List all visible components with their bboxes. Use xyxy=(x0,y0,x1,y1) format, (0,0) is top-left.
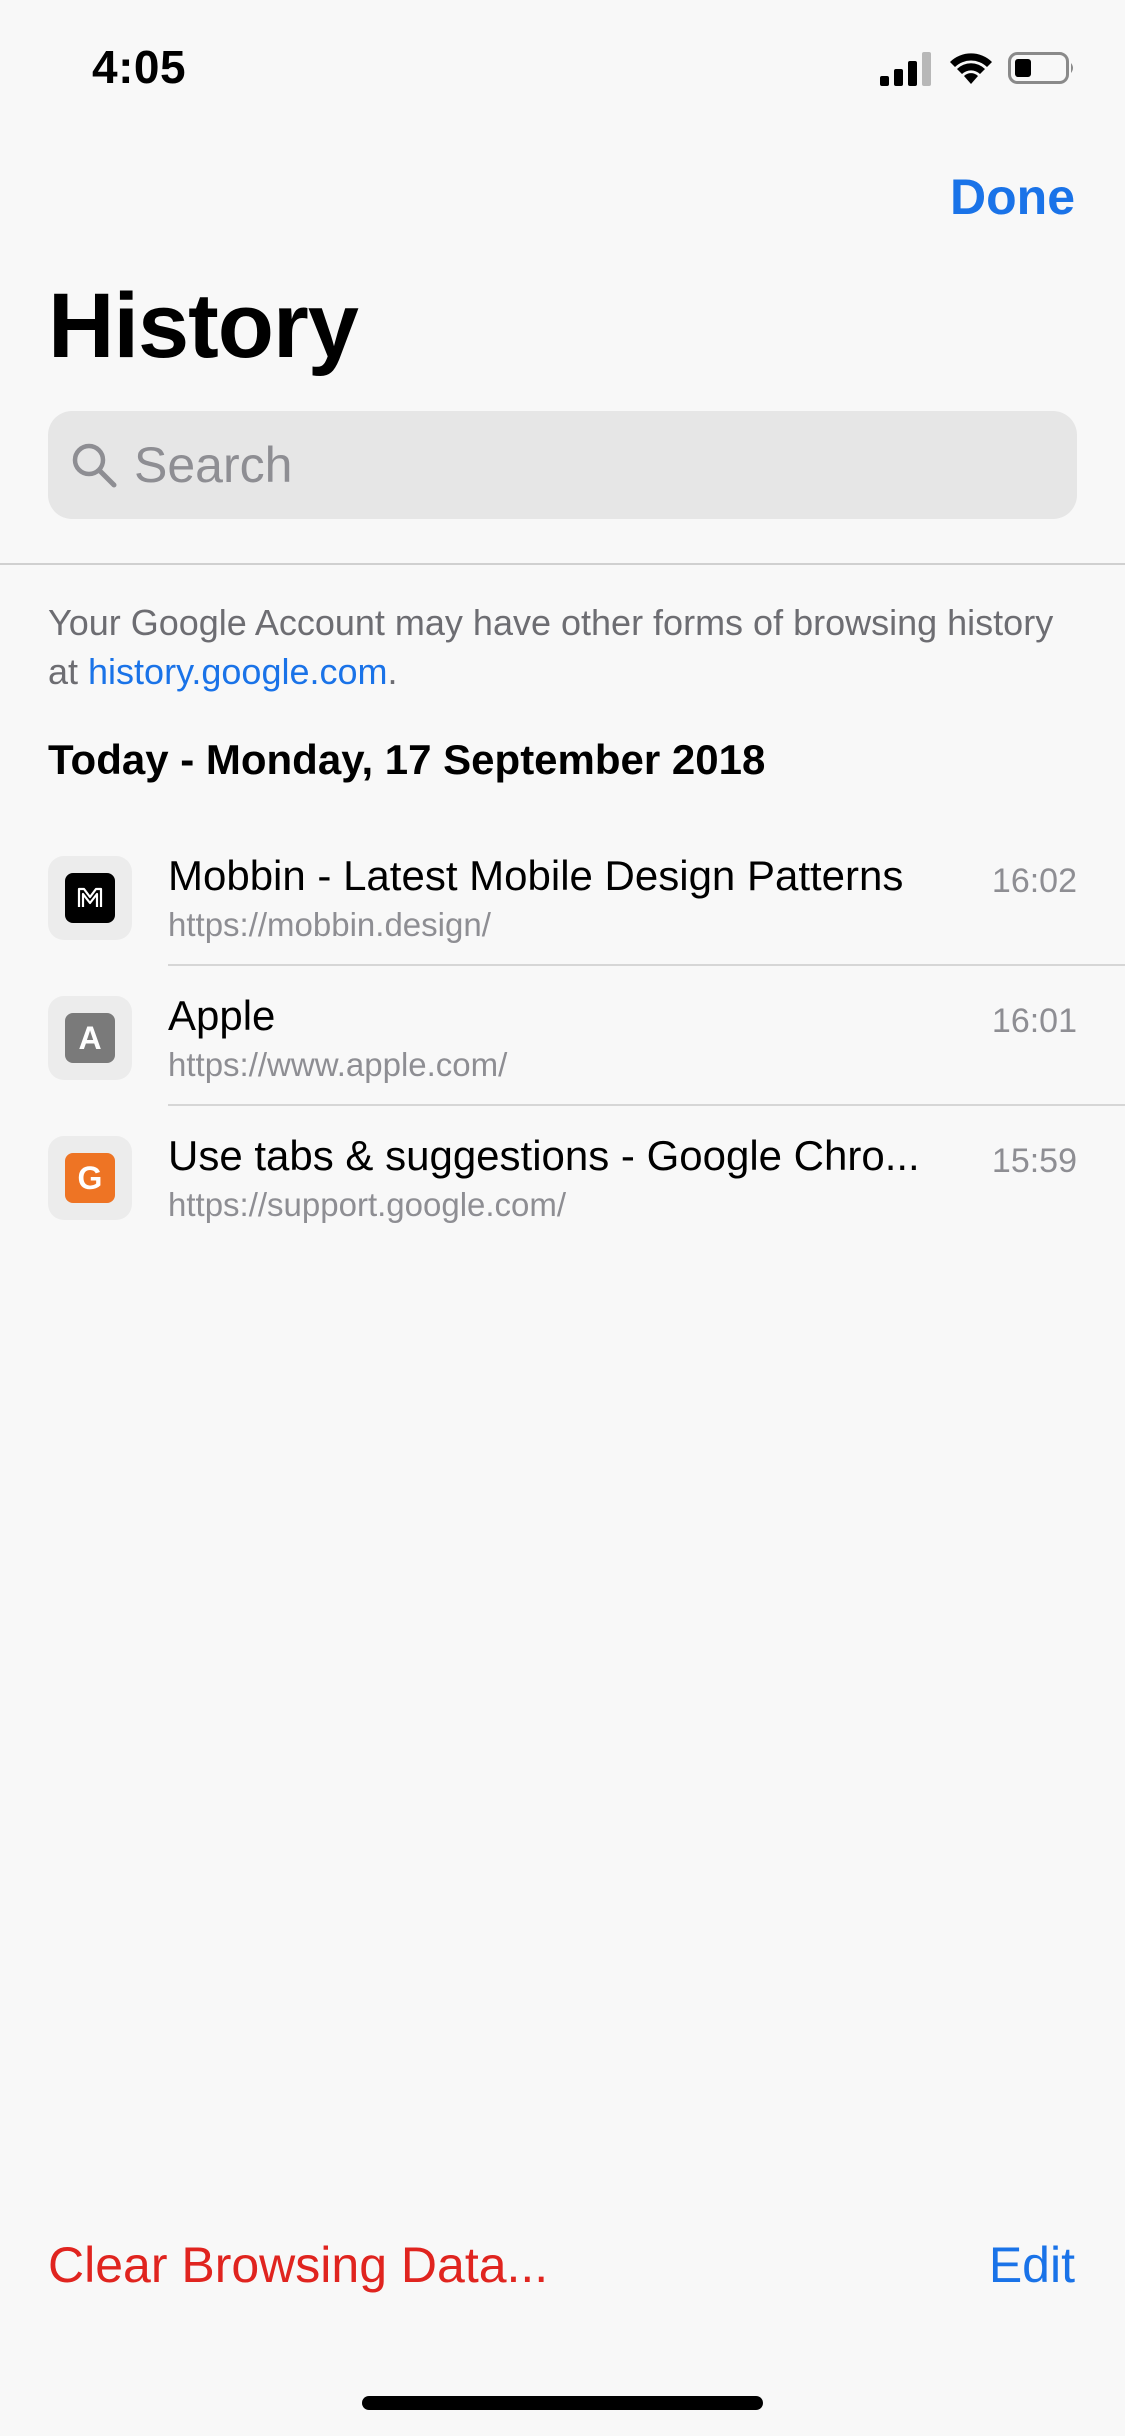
search-input[interactable] xyxy=(134,411,1054,519)
apple-favicon-icon: A xyxy=(65,1013,115,1063)
history-item-title: Mobbin - Latest Mobile Design Patterns xyxy=(168,852,904,899)
history-item-time: 16:01 xyxy=(991,1002,1077,1040)
history-item-title: Apple xyxy=(168,992,276,1039)
search-icon xyxy=(72,443,117,488)
header-divider xyxy=(0,563,1125,565)
wifi-icon xyxy=(950,53,992,84)
favicon-tile: G xyxy=(48,1136,132,1220)
favicon-tile xyxy=(48,856,132,940)
edit-button[interactable]: Edit xyxy=(989,2236,1075,2294)
cellular-signal-icon xyxy=(880,52,931,86)
clear-browsing-data-button[interactable]: Clear Browsing Data... xyxy=(48,2236,548,2294)
section-header-today: Today - Monday, 17 September 2018 xyxy=(48,736,766,783)
done-button[interactable]: Done xyxy=(950,168,1075,226)
google-support-favicon-icon: G xyxy=(65,1153,115,1203)
history-item-mobbin[interactable]: Mobbin - Latest Mobile Design Patterns h… xyxy=(0,826,1125,966)
mobbin-favicon-icon xyxy=(65,873,115,923)
history-item-apple[interactable]: A Apple https://www.apple.com/ 16:01 xyxy=(0,966,1125,1106)
history-item-url: https://www.apple.com/ xyxy=(168,1046,508,1083)
history-screen: 4:05 Done History Your Google Account ma xyxy=(0,0,1125,2436)
history-item-google-support[interactable]: G Use tabs & suggestions - Google Chro..… xyxy=(0,1106,1125,1246)
history-item-url: https://mobbin.design/ xyxy=(168,906,491,943)
search-bar[interactable] xyxy=(48,411,1077,519)
history-item-time: 16:02 xyxy=(991,862,1077,900)
account-note-period: . xyxy=(387,651,398,692)
page-title: History xyxy=(48,275,359,377)
account-note: Your Google Account may have other forms… xyxy=(48,598,1078,696)
status-time: 4:05 xyxy=(92,41,187,93)
history-list: Mobbin - Latest Mobile Design Patterns h… xyxy=(0,826,1125,1246)
home-indicator[interactable] xyxy=(362,2396,763,2410)
mobbin-logo-icon xyxy=(77,887,103,907)
history-item-time: 15:59 xyxy=(991,1142,1077,1180)
history-item-title: Use tabs & suggestions - Google Chro... xyxy=(168,1132,920,1179)
status-bar: 4:05 xyxy=(0,0,1125,132)
favicon-tile: A xyxy=(48,996,132,1080)
history-item-url: https://support.google.com/ xyxy=(168,1186,567,1223)
history-google-link[interactable]: history.google.com xyxy=(88,651,387,692)
battery-icon xyxy=(1008,52,1073,84)
